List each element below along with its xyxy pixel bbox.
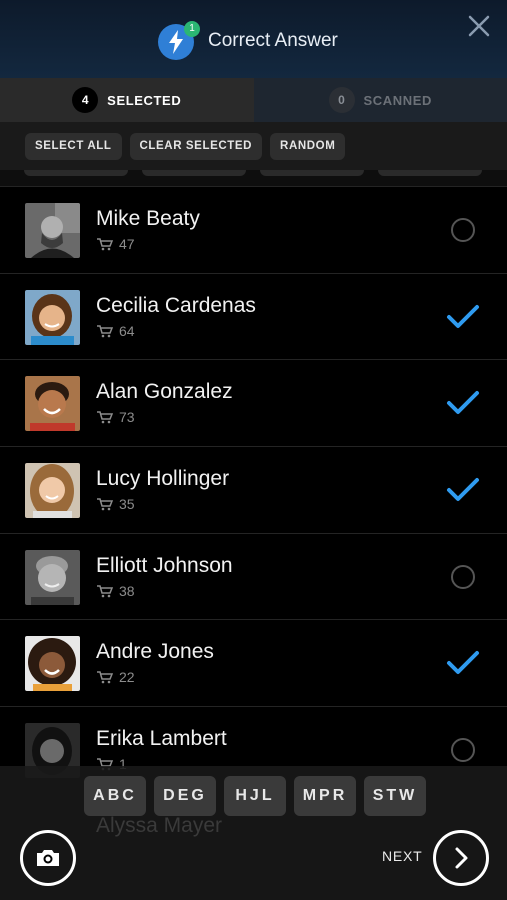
- student-name: Elliott Johnson: [96, 553, 233, 577]
- student-row[interactable]: Mike Beaty 47: [0, 186, 507, 273]
- student-count: 22: [119, 669, 135, 686]
- alpha-button-abc[interactable]: ABC: [84, 776, 146, 816]
- tab-selected[interactable]: 4 SELECTED: [0, 78, 254, 122]
- student-count: 38: [119, 582, 135, 599]
- camera-button[interactable]: [20, 830, 76, 886]
- next-button[interactable]: [433, 830, 489, 886]
- app-header: 1 Correct Answer: [0, 0, 507, 78]
- notification-badge: 1: [184, 21, 200, 37]
- scanned-count: 0: [328, 87, 355, 113]
- student-name: Lucy Hollinger: [96, 467, 230, 491]
- chevron-right-icon: [455, 847, 468, 869]
- clear-selected-button[interactable]: CLEAR SELECTED: [129, 132, 263, 160]
- cart-icon: [96, 670, 114, 684]
- student-meta: 22: [96, 669, 135, 685]
- alpha-button-hjl[interactable]: HJL: [224, 776, 286, 816]
- random-button[interactable]: RANDOM: [270, 132, 346, 160]
- student-count: 64: [119, 322, 135, 339]
- select-toggle-unchecked[interactable]: [451, 738, 475, 763]
- avatar: [25, 289, 80, 345]
- student-count: 35: [119, 496, 135, 513]
- ghost-button-edge: [378, 170, 482, 176]
- ghost-button-edge: [142, 170, 246, 176]
- avatar: [25, 636, 80, 692]
- student-meta: 35: [96, 496, 135, 512]
- alphabet-jump-bar: ABC DEG HJL MPR STW: [84, 776, 426, 816]
- ghost-button-edge: [260, 170, 364, 176]
- action-bar: SELECT ALL CLEAR SELECTED RANDOM: [0, 122, 507, 170]
- app-title: Correct Answer: [208, 30, 338, 51]
- cart-icon: [96, 584, 114, 598]
- select-toggle-unchecked[interactable]: [451, 564, 475, 589]
- selected-count: 4: [72, 87, 99, 113]
- student-name: Andre Jones: [96, 640, 214, 664]
- tab-label-scanned: SCANNED: [363, 92, 432, 108]
- student-count: 73: [119, 409, 135, 426]
- cart-icon: [96, 324, 114, 338]
- alpha-button-mpr[interactable]: MPR: [294, 776, 356, 816]
- student-meta: 64: [96, 323, 135, 339]
- avatar: [25, 549, 80, 605]
- ghost-button-edge: [24, 170, 128, 176]
- student-row[interactable]: Alan Gonzalez 73: [0, 359, 507, 447]
- avatar: [25, 376, 80, 432]
- student-row[interactable]: Lucy Hollinger 35: [0, 446, 507, 533]
- checkmark-icon[interactable]: [445, 648, 481, 678]
- select-toggle-unchecked[interactable]: [451, 218, 475, 242]
- student-name: Mike Beaty: [96, 207, 200, 230]
- cart-icon: [96, 410, 114, 424]
- student-row[interactable]: Cecilia Cardenas 64: [0, 272, 507, 360]
- student-row[interactable]: Elliott Johnson 38: [0, 532, 507, 620]
- avatar: [25, 203, 80, 258]
- tab-label-selected: SELECTED: [107, 92, 182, 108]
- checkmark-icon[interactable]: [445, 475, 481, 505]
- avatar: [25, 463, 80, 519]
- student-name: Alan Gonzalez: [96, 380, 233, 404]
- student-meta: 73: [96, 409, 135, 425]
- student-row[interactable]: Andre Jones 22: [0, 619, 507, 707]
- student-name: Cecilia Cardenas: [96, 293, 256, 317]
- tab-scanned[interactable]: 0 SCANNED: [253, 78, 507, 122]
- checkmark-icon[interactable]: [445, 302, 481, 332]
- camera-icon: [37, 850, 59, 866]
- alpha-button-deg[interactable]: DEG: [154, 776, 216, 816]
- partial-student-name: Alyssa Mayer: [96, 814, 223, 837]
- next-label[interactable]: NEXT: [382, 848, 423, 864]
- close-icon: [468, 15, 490, 37]
- student-meta: 38: [96, 583, 135, 599]
- cart-icon: [96, 497, 114, 511]
- student-list: Mike Beaty 47 Cecilia Cardenas 64 Alan G…: [0, 186, 507, 793]
- close-button[interactable]: [466, 13, 492, 39]
- cart-icon: [96, 237, 114, 251]
- alpha-button-stw[interactable]: STW: [364, 776, 426, 816]
- student-count: 47: [119, 236, 135, 252]
- lightning-bolt-icon: [169, 30, 183, 54]
- student-name: Erika Lambert: [96, 727, 227, 751]
- checkmark-icon[interactable]: [445, 388, 481, 418]
- tab-bar: 4 SELECTED 0 SCANNED: [0, 78, 507, 122]
- select-all-button[interactable]: SELECT ALL: [25, 132, 122, 160]
- student-meta: 47: [96, 236, 135, 252]
